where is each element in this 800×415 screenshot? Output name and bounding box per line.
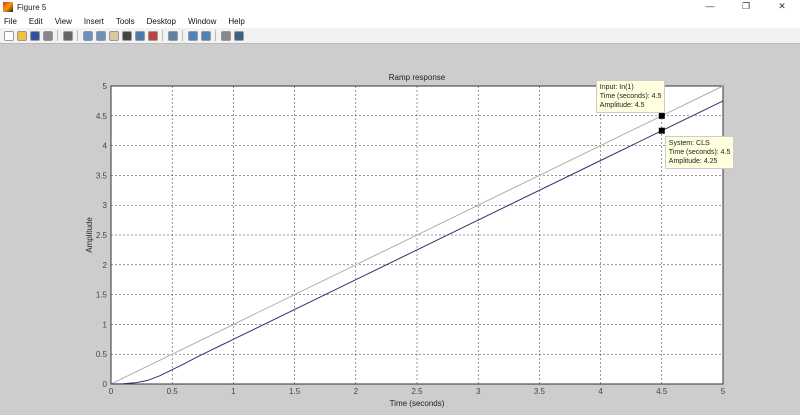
x-tick-label: 3	[476, 387, 481, 396]
x-tick-label: 4	[598, 387, 603, 396]
show-plot-tools-icon[interactable]	[233, 30, 244, 41]
zoom-out-icon[interactable]	[95, 30, 106, 41]
x-axis-label: Time (seconds)	[390, 399, 445, 408]
edit-plot-arrow-icon[interactable]	[62, 30, 73, 41]
hide-plot-tools-icon[interactable]	[220, 30, 231, 41]
legend-icon[interactable]	[200, 30, 211, 41]
datatip[interactable]: Input: In(1) Time (seconds): 4.5 Amplitude…	[595, 79, 666, 113]
toolbar-separator	[57, 30, 58, 41]
menu-view[interactable]: View	[55, 17, 72, 26]
datatip-line: Amplitude: 4.25	[668, 157, 718, 165]
y-tick-label: 4.5	[96, 112, 108, 121]
zoom-in-icon[interactable]	[82, 30, 93, 41]
x-tick-label: 4.5	[656, 387, 668, 396]
link-plot-icon[interactable]	[167, 30, 178, 41]
datatip-line: System: CLS	[668, 139, 710, 147]
toolbar-separator	[182, 30, 183, 41]
toolbar-separator	[77, 30, 78, 41]
y-axis-label: Amplitude	[85, 217, 94, 253]
datatip-line: Amplitude: 4.5	[599, 101, 645, 109]
title-bar: Figure 5 — ❐ ✕	[0, 0, 800, 14]
y-tick-label: 1.5	[96, 291, 108, 300]
matlab-icon	[3, 2, 13, 12]
window-title: Figure 5	[17, 2, 47, 12]
menu-bar: File Edit View Insert Tools Desktop Window Help	[0, 14, 800, 28]
menu-file[interactable]: File	[4, 17, 17, 26]
toolbar-separator	[162, 30, 163, 41]
new-figure-icon[interactable]	[3, 30, 14, 41]
minimize-button[interactable]: —	[692, 0, 728, 14]
y-tick-label: 4	[103, 142, 108, 151]
rotate-3d-icon[interactable]	[121, 30, 132, 41]
y-tick-label: 3	[103, 201, 108, 210]
x-tick-label: 3.5	[534, 387, 546, 396]
figure-canvas[interactable]: 0 0.5 1 1.5 2 2.5 3 3.5 4 4.5 5 0 0.5 1 1.5 2 2.5 3 3.5 4 4.…	[0, 44, 800, 415]
open-icon[interactable]	[16, 30, 27, 41]
menu-tools[interactable]: Tools	[116, 17, 135, 26]
x-tick-label: 0.5	[167, 387, 179, 396]
x-tick-label: 2.5	[411, 387, 423, 396]
datatip-line: Time (seconds): 4.5	[668, 148, 731, 156]
x-tick-label: 1	[231, 387, 236, 396]
datatip-marker	[658, 112, 665, 119]
menu-edit[interactable]: Edit	[29, 17, 43, 26]
menu-help[interactable]: Help	[228, 17, 244, 26]
x-tick-label: 0	[109, 387, 114, 396]
x-tick-label: 5	[721, 387, 726, 396]
y-tick-label: 2.5	[96, 231, 108, 240]
x-tick-label: 1.5	[289, 387, 301, 396]
y-tick-label: 0.5	[96, 350, 108, 359]
x-tick-label: 2	[354, 387, 359, 396]
y-tick-label: 2	[103, 261, 108, 270]
menu-insert[interactable]: Insert	[84, 17, 104, 26]
y-tick-label: 3.5	[96, 171, 108, 180]
data-cursor-icon[interactable]	[134, 30, 145, 41]
datatip-line: Input: In(1)	[599, 83, 634, 91]
menu-desktop[interactable]: Desktop	[147, 17, 176, 26]
save-icon[interactable]	[29, 30, 40, 41]
chart-title: Ramp response	[389, 73, 446, 82]
maximize-button[interactable]: ❐	[728, 0, 764, 14]
menu-window[interactable]: Window	[188, 17, 216, 26]
brush-icon[interactable]	[147, 30, 158, 41]
datatip[interactable]: System: CLS Time (seconds): 4.5 Amplitude:…	[664, 135, 735, 169]
y-tick-label: 1	[103, 320, 108, 329]
colorbar-icon[interactable]	[187, 30, 198, 41]
datatip-line: Time (seconds): 4.5	[599, 92, 662, 100]
print-icon[interactable]	[42, 30, 53, 41]
toolbar-separator	[215, 30, 216, 41]
y-tick-label: 0	[103, 380, 108, 389]
datatip-marker	[658, 127, 665, 134]
toolbar	[0, 28, 800, 44]
close-button[interactable]: ✕	[764, 0, 800, 14]
pan-hand-icon[interactable]	[108, 30, 119, 41]
y-tick-label: 5	[103, 82, 108, 91]
